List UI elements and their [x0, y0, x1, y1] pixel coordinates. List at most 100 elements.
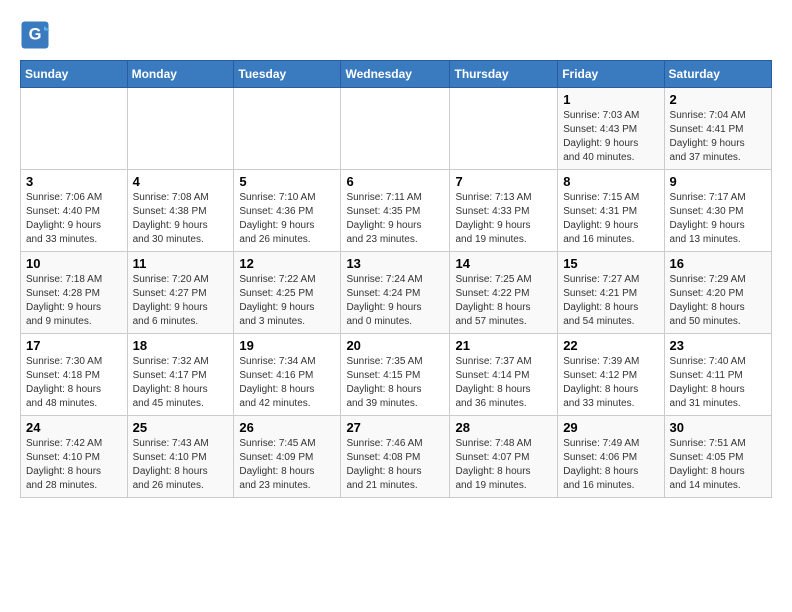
day-number: 16 [670, 256, 766, 271]
day-number: 8 [563, 174, 658, 189]
week-row-3: 10 Sunrise: 7:18 AM Sunset: 4:28 PM Dayli… [21, 252, 772, 334]
day-info: Sunrise: 7:29 AM Sunset: 4:20 PM Dayligh… [670, 273, 766, 329]
day-info: Sunrise: 7:20 AM Sunset: 4:27 PM Dayligh… [133, 273, 229, 329]
day-info: Sunrise: 7:25 AM Sunset: 4:22 PM Dayligh… [455, 273, 552, 329]
day-info: Sunrise: 7:13 AM Sunset: 4:33 PM Dayligh… [455, 191, 552, 247]
calendar-cell: 28Sunrise: 7:48 AM Sunset: 4:07 PM Dayli… [450, 416, 558, 498]
calendar-cell: 10 Sunrise: 7:18 AM Sunset: 4:28 PM Dayli… [21, 252, 128, 334]
day-number: 24 [26, 420, 122, 435]
header-day-friday: Friday [558, 61, 664, 88]
day-number: 6 [346, 174, 444, 189]
day-number: 1 [563, 92, 658, 107]
calendar-cell: 11 Sunrise: 7:20 AM Sunset: 4:27 PM Dayli… [127, 252, 234, 334]
day-info: Sunrise: 7:10 AM Sunset: 4:36 PM Dayligh… [239, 191, 335, 247]
calendar-cell: 12 Sunrise: 7:22 AM Sunset: 4:25 PM Dayli… [234, 252, 341, 334]
svg-text:G: G [29, 26, 42, 44]
day-number: 4 [133, 174, 229, 189]
calendar-cell: 25 Sunrise: 7:43 AM Sunset: 4:10 PM Dayli… [127, 416, 234, 498]
header-day-sunday: Sunday [21, 61, 128, 88]
day-number: 15 [563, 256, 658, 271]
day-info: Sunrise: 7:18 AM Sunset: 4:28 PM Dayligh… [26, 273, 122, 329]
day-info: Sunrise: 7:39 AM Sunset: 4:12 PM Dayligh… [563, 355, 658, 411]
header-day-thursday: Thursday [450, 61, 558, 88]
calendar-cell: 30 Sunrise: 7:51 AM Sunset: 4:05 PM Dayli… [664, 416, 771, 498]
day-number: 19 [239, 338, 335, 353]
day-number: 5 [239, 174, 335, 189]
day-info: Sunrise: 7:42 AM Sunset: 4:10 PM Dayligh… [26, 437, 122, 493]
day-info: Sunrise: 7:11 AM Sunset: 4:35 PM Dayligh… [346, 191, 444, 247]
day-number: 11 [133, 256, 229, 271]
day-number: 18 [133, 338, 229, 353]
calendar-cell: 15 Sunrise: 7:27 AM Sunset: 4:21 PM Dayli… [558, 252, 664, 334]
calendar-cell: 14 Sunrise: 7:25 AM Sunset: 4:22 PM Dayli… [450, 252, 558, 334]
day-info: Sunrise: 7:49 AM Sunset: 4:06 PM Dayligh… [563, 437, 658, 493]
day-number: 28 [455, 420, 552, 435]
calendar-cell: 2Sunrise: 7:04 AM Sunset: 4:41 PM Daylig… [664, 88, 771, 170]
day-info: Sunrise: 7:22 AM Sunset: 4:25 PM Dayligh… [239, 273, 335, 329]
calendar-cell: 3Sunrise: 7:06 AM Sunset: 4:40 PM Daylig… [21, 170, 128, 252]
day-number: 22 [563, 338, 658, 353]
page-header: G [20, 16, 772, 50]
calendar-cell [450, 88, 558, 170]
day-number: 17 [26, 338, 122, 353]
day-number: 23 [670, 338, 766, 353]
header-day-monday: Monday [127, 61, 234, 88]
calendar-cell: 7 Sunrise: 7:13 AM Sunset: 4:33 PM Daylig… [450, 170, 558, 252]
calendar-cell: 9 Sunrise: 7:17 AM Sunset: 4:30 PM Daylig… [664, 170, 771, 252]
logo-icon: G [20, 20, 50, 50]
day-number: 25 [133, 420, 229, 435]
day-number: 30 [670, 420, 766, 435]
week-row-5: 24 Sunrise: 7:42 AM Sunset: 4:10 PM Dayli… [21, 416, 772, 498]
day-number: 26 [239, 420, 335, 435]
calendar-cell: 23 Sunrise: 7:40 AM Sunset: 4:11 PM Dayli… [664, 334, 771, 416]
logo: G [20, 20, 52, 50]
day-info: Sunrise: 7:51 AM Sunset: 4:05 PM Dayligh… [670, 437, 766, 493]
day-info: Sunrise: 7:32 AM Sunset: 4:17 PM Dayligh… [133, 355, 229, 411]
day-info: Sunrise: 7:17 AM Sunset: 4:30 PM Dayligh… [670, 191, 766, 247]
calendar-cell: 5 Sunrise: 7:10 AM Sunset: 4:36 PM Daylig… [234, 170, 341, 252]
day-number: 14 [455, 256, 552, 271]
day-info: Sunrise: 7:37 AM Sunset: 4:14 PM Dayligh… [455, 355, 552, 411]
day-info: Sunrise: 7:27 AM Sunset: 4:21 PM Dayligh… [563, 273, 658, 329]
day-info: Sunrise: 7:24 AM Sunset: 4:24 PM Dayligh… [346, 273, 444, 329]
calendar-cell: 29Sunrise: 7:49 AM Sunset: 4:06 PM Dayli… [558, 416, 664, 498]
day-info: Sunrise: 7:06 AM Sunset: 4:40 PM Dayligh… [26, 191, 122, 247]
calendar-cell: 17 Sunrise: 7:30 AM Sunset: 4:18 PM Dayli… [21, 334, 128, 416]
day-info: Sunrise: 7:45 AM Sunset: 4:09 PM Dayligh… [239, 437, 335, 493]
day-info: Sunrise: 7:46 AM Sunset: 4:08 PM Dayligh… [346, 437, 444, 493]
day-info: Sunrise: 7:40 AM Sunset: 4:11 PM Dayligh… [670, 355, 766, 411]
calendar-cell: 22 Sunrise: 7:39 AM Sunset: 4:12 PM Dayli… [558, 334, 664, 416]
calendar-cell [21, 88, 128, 170]
day-info: Sunrise: 7:43 AM Sunset: 4:10 PM Dayligh… [133, 437, 229, 493]
day-info: Sunrise: 7:34 AM Sunset: 4:16 PM Dayligh… [239, 355, 335, 411]
day-number: 9 [670, 174, 766, 189]
day-info: Sunrise: 7:30 AM Sunset: 4:18 PM Dayligh… [26, 355, 122, 411]
day-number: 21 [455, 338, 552, 353]
calendar-cell: 13Sunrise: 7:24 AM Sunset: 4:24 PM Dayli… [341, 252, 450, 334]
calendar-cell: 6 Sunrise: 7:11 AM Sunset: 4:35 PM Daylig… [341, 170, 450, 252]
day-number: 12 [239, 256, 335, 271]
calendar-cell [127, 88, 234, 170]
day-info: Sunrise: 7:35 AM Sunset: 4:15 PM Dayligh… [346, 355, 444, 411]
calendar-cell: 24 Sunrise: 7:42 AM Sunset: 4:10 PM Dayli… [21, 416, 128, 498]
calendar-cell: 26 Sunrise: 7:45 AM Sunset: 4:09 PM Dayli… [234, 416, 341, 498]
calendar-cell: 1 Sunrise: 7:03 AM Sunset: 4:43 PM Daylig… [558, 88, 664, 170]
calendar-header-row: SundayMondayTuesdayWednesdayThursdayFrid… [21, 61, 772, 88]
calendar-cell [234, 88, 341, 170]
header-day-wednesday: Wednesday [341, 61, 450, 88]
calendar-cell [341, 88, 450, 170]
day-info: Sunrise: 7:03 AM Sunset: 4:43 PM Dayligh… [563, 109, 658, 165]
day-info: Sunrise: 7:15 AM Sunset: 4:31 PM Dayligh… [563, 191, 658, 247]
calendar-cell: 4Sunrise: 7:08 AM Sunset: 4:38 PM Daylig… [127, 170, 234, 252]
day-number: 10 [26, 256, 122, 271]
day-number: 7 [455, 174, 552, 189]
header-day-saturday: Saturday [664, 61, 771, 88]
calendar-cell: 8 Sunrise: 7:15 AM Sunset: 4:31 PM Daylig… [558, 170, 664, 252]
calendar-cell: 18 Sunrise: 7:32 AM Sunset: 4:17 PM Dayli… [127, 334, 234, 416]
calendar-cell: 19 Sunrise: 7:34 AM Sunset: 4:16 PM Dayli… [234, 334, 341, 416]
week-row-4: 17 Sunrise: 7:30 AM Sunset: 4:18 PM Dayli… [21, 334, 772, 416]
header-day-tuesday: Tuesday [234, 61, 341, 88]
week-row-1: 1 Sunrise: 7:03 AM Sunset: 4:43 PM Daylig… [21, 88, 772, 170]
day-number: 20 [346, 338, 444, 353]
calendar-cell: 20 Sunrise: 7:35 AM Sunset: 4:15 PM Dayli… [341, 334, 450, 416]
